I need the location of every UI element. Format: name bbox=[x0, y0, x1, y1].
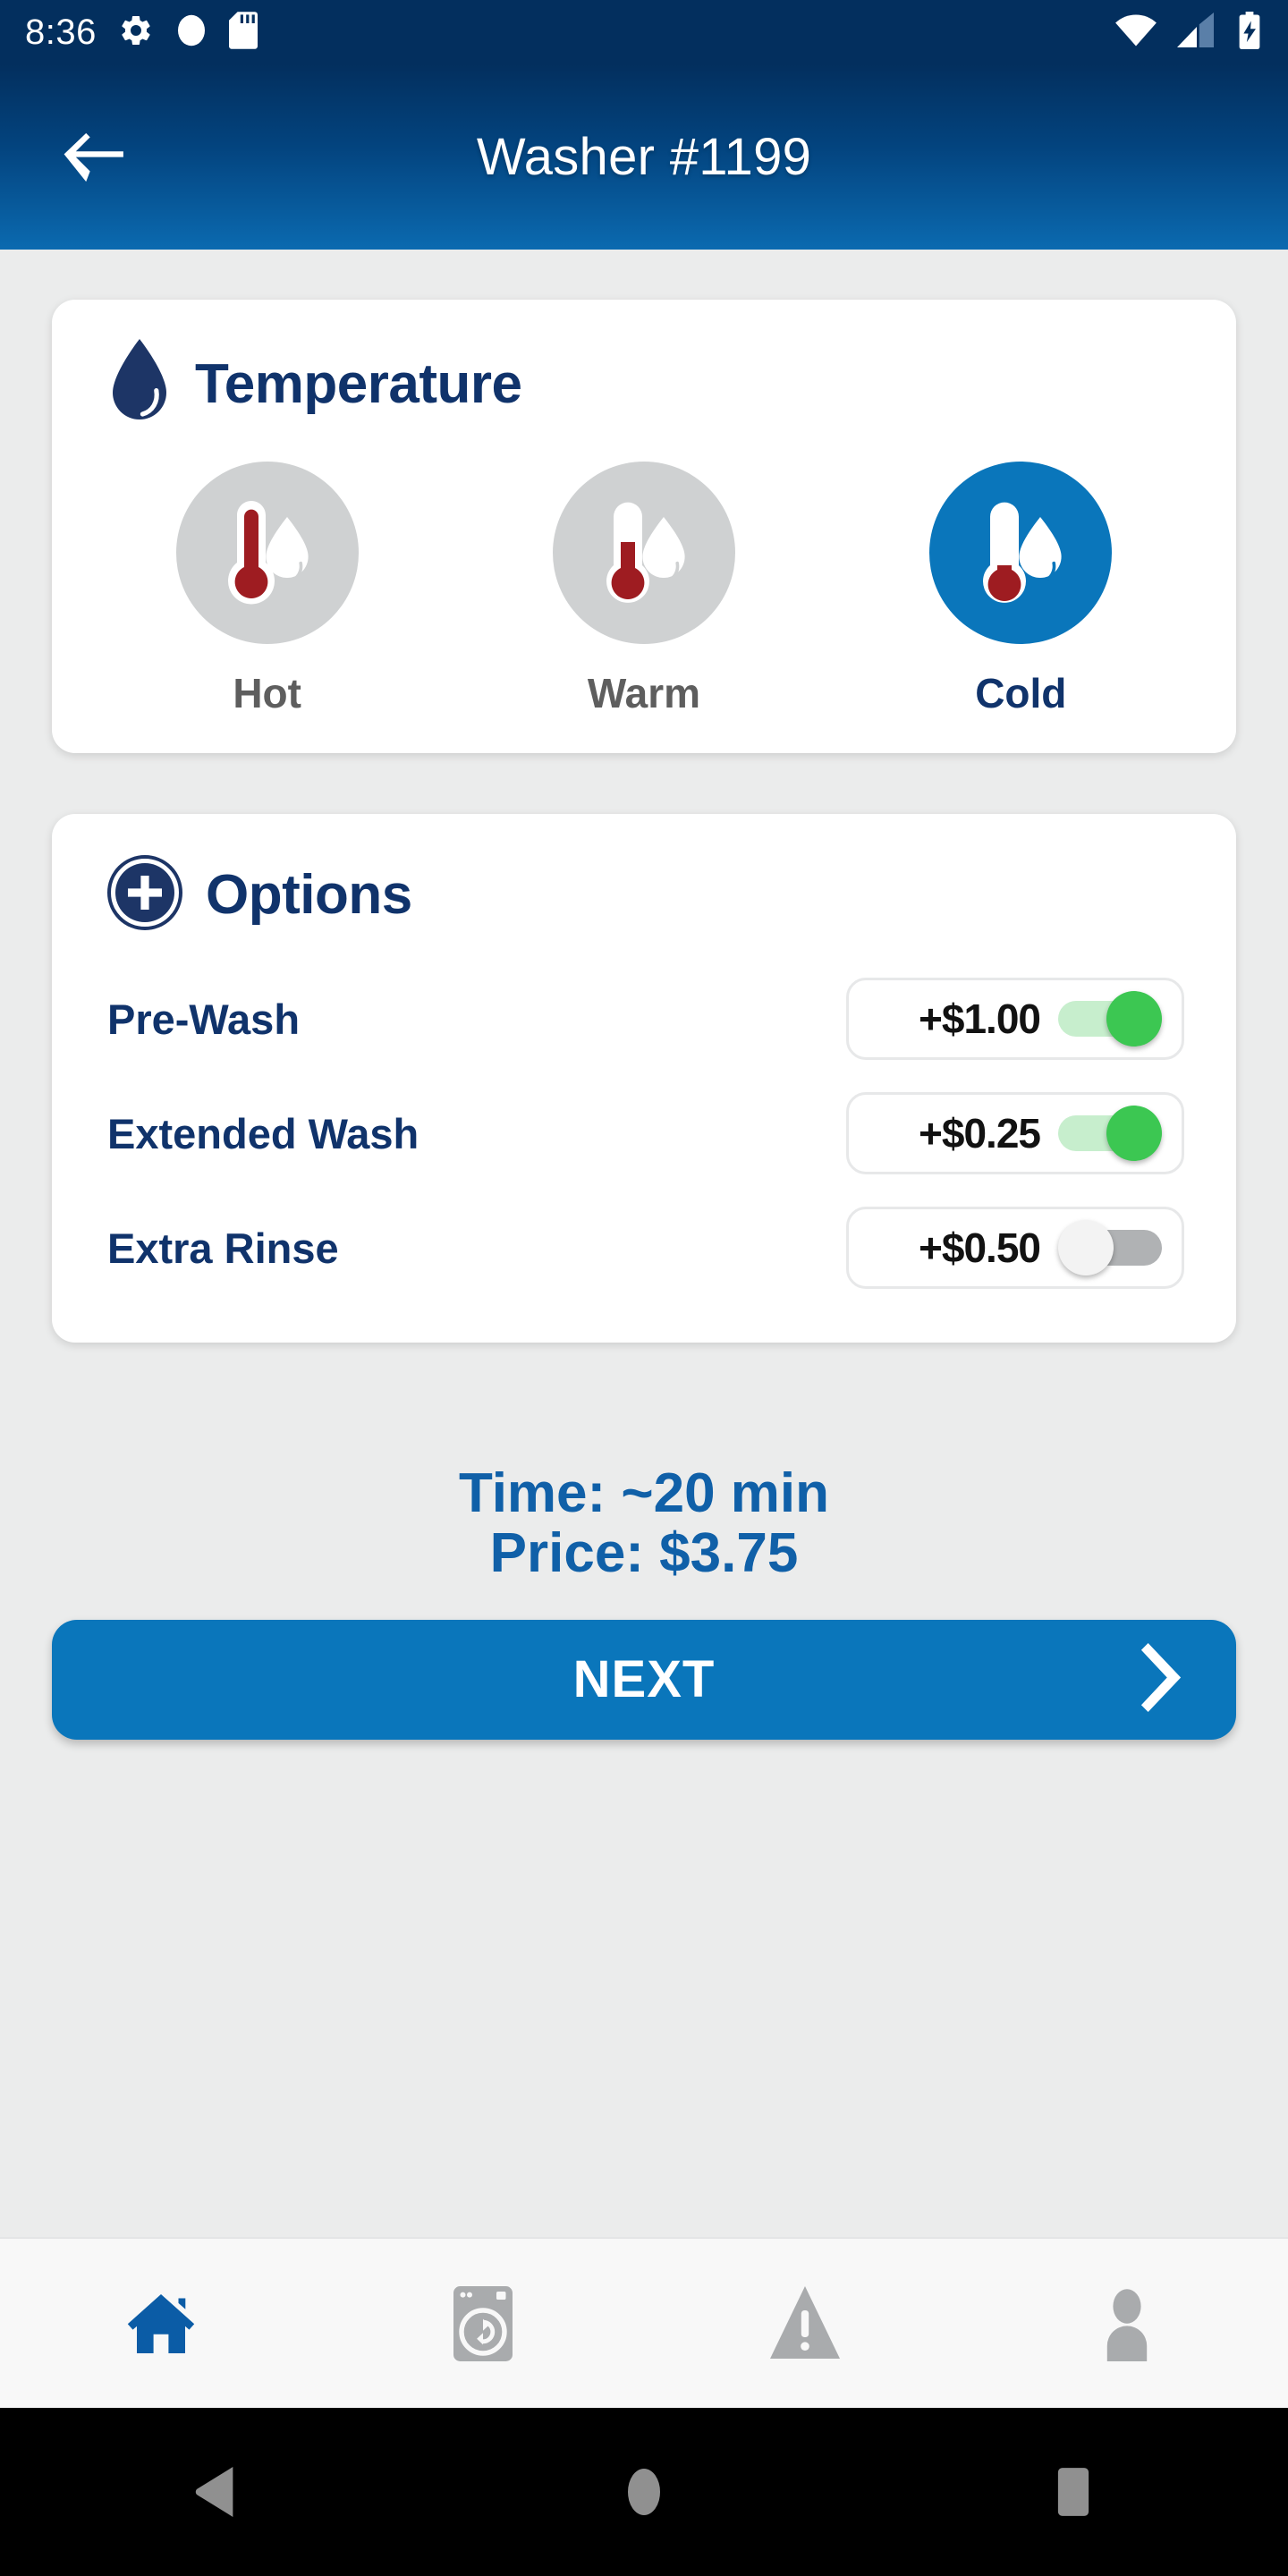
android-back-button[interactable] bbox=[0, 2467, 429, 2517]
switch-thumb bbox=[1058, 1220, 1114, 1275]
thermometer-hot-icon bbox=[227, 501, 309, 605]
nav-item-alerts[interactable] bbox=[644, 2285, 966, 2361]
option-price-pre-wash: +$1.00 bbox=[919, 996, 1041, 1042]
option-price-extra-rinse: +$0.50 bbox=[919, 1224, 1041, 1271]
circle-icon bbox=[175, 13, 208, 53]
temperature-title: Temperature bbox=[195, 353, 522, 415]
status-bar: 8:36 bbox=[0, 0, 1288, 64]
gear-icon bbox=[118, 13, 154, 53]
chevron-right-icon bbox=[1140, 1642, 1184, 1716]
thermometer-warm-icon bbox=[606, 502, 685, 603]
temperature-circle-cold bbox=[929, 462, 1113, 644]
plus-circle-icon bbox=[107, 855, 182, 935]
option-row-pre-wash: Pre-Wash +$1.00 bbox=[52, 962, 1236, 1076]
switch-thumb bbox=[1106, 1106, 1162, 1161]
switch-extended-wash[interactable] bbox=[1058, 1106, 1162, 1161]
temperature-option-hot[interactable]: Hot bbox=[156, 462, 379, 717]
thermometer-cold-icon bbox=[983, 502, 1062, 603]
cellular-signal-icon bbox=[1177, 12, 1216, 53]
switch-pre-wash[interactable] bbox=[1058, 991, 1162, 1046]
option-row-extra-rinse: Extra Rinse +$0.50 bbox=[52, 1191, 1236, 1305]
back-button[interactable] bbox=[52, 117, 132, 198]
summary-section: Time: ~20 min Price: $3.75 bbox=[0, 1462, 1288, 1584]
home-circle-icon bbox=[628, 2469, 660, 2515]
person-icon bbox=[1106, 2288, 1148, 2361]
wifi-icon bbox=[1114, 13, 1157, 53]
page-title: Washer #1199 bbox=[476, 128, 812, 186]
android-recents-button[interactable] bbox=[859, 2467, 1288, 2517]
nav-item-profile[interactable] bbox=[966, 2286, 1288, 2361]
temperature-label-cold: Cold bbox=[975, 670, 1067, 716]
option-toggle-extra-rinse[interactable]: +$0.50 bbox=[846, 1207, 1184, 1289]
temperature-option-cold[interactable]: Cold bbox=[909, 462, 1132, 717]
sd-card-icon bbox=[228, 11, 258, 54]
option-label-pre-wash: Pre-Wash bbox=[107, 995, 301, 1043]
recents-square-icon bbox=[1057, 2468, 1089, 2516]
options-title: Options bbox=[206, 864, 412, 926]
temperature-label-hot: Hot bbox=[233, 670, 301, 716]
switch-extra-rinse[interactable] bbox=[1058, 1220, 1162, 1275]
temperature-option-warm[interactable]: Warm bbox=[532, 462, 756, 717]
option-toggle-extended-wash[interactable]: +$0.25 bbox=[846, 1092, 1184, 1174]
battery-charging-icon bbox=[1236, 11, 1263, 54]
summary-time: Time: ~20 min bbox=[458, 1462, 830, 1524]
nav-item-home[interactable] bbox=[0, 2286, 322, 2361]
temperature-circle-warm bbox=[552, 462, 735, 644]
temperature-circle-hot bbox=[175, 462, 359, 644]
back-arrow-icon bbox=[64, 132, 123, 182]
option-label-extra-rinse: Extra Rinse bbox=[107, 1224, 339, 1272]
temperature-label-warm: Warm bbox=[587, 670, 701, 716]
next-button[interactable]: NEXT bbox=[52, 1619, 1236, 1740]
options-card: Options Pre-Wash +$1.00 Extended Wash +$… bbox=[52, 814, 1236, 1343]
android-navigation-bar bbox=[0, 2408, 1288, 2576]
option-label-extended-wash: Extended Wash bbox=[107, 1109, 419, 1157]
warning-icon bbox=[770, 2285, 840, 2359]
bottom-navigation bbox=[0, 2237, 1288, 2408]
washer-icon bbox=[453, 2285, 513, 2361]
home-icon bbox=[127, 2293, 195, 2353]
switch-thumb bbox=[1106, 991, 1162, 1046]
status-bar-left: 8:36 bbox=[25, 11, 258, 54]
back-triangle-icon bbox=[195, 2467, 233, 2517]
option-price-extended-wash: +$0.25 bbox=[919, 1110, 1041, 1157]
option-row-extended-wash: Extended Wash +$0.25 bbox=[52, 1076, 1236, 1191]
status-bar-right bbox=[1114, 11, 1263, 54]
option-toggle-pre-wash[interactable]: +$1.00 bbox=[846, 978, 1184, 1060]
summary-price: Price: $3.75 bbox=[489, 1521, 799, 1584]
android-home-button[interactable] bbox=[429, 2467, 859, 2517]
status-bar-clock: 8:36 bbox=[25, 12, 97, 52]
options-card-header: Options bbox=[52, 855, 1236, 935]
nav-item-washer[interactable] bbox=[322, 2285, 644, 2361]
next-button-label: NEXT bbox=[572, 1650, 716, 1709]
temperature-options: Hot Warm Cold bbox=[52, 462, 1236, 717]
main-content: Temperature Hot Warm Cold Options Pre-Wa… bbox=[0, 250, 1288, 2237]
water-drop-icon bbox=[107, 339, 172, 429]
phone-screen: 8:36 Washer #1199 Temperature Hot Warm C… bbox=[0, 0, 1288, 2576]
app-bar: Washer #1199 bbox=[0, 64, 1288, 250]
options-list: Pre-Wash +$1.00 Extended Wash +$0.25 Ext… bbox=[52, 962, 1236, 1305]
temperature-card-header: Temperature bbox=[52, 339, 1236, 429]
temperature-card: Temperature Hot Warm Cold bbox=[52, 300, 1236, 753]
